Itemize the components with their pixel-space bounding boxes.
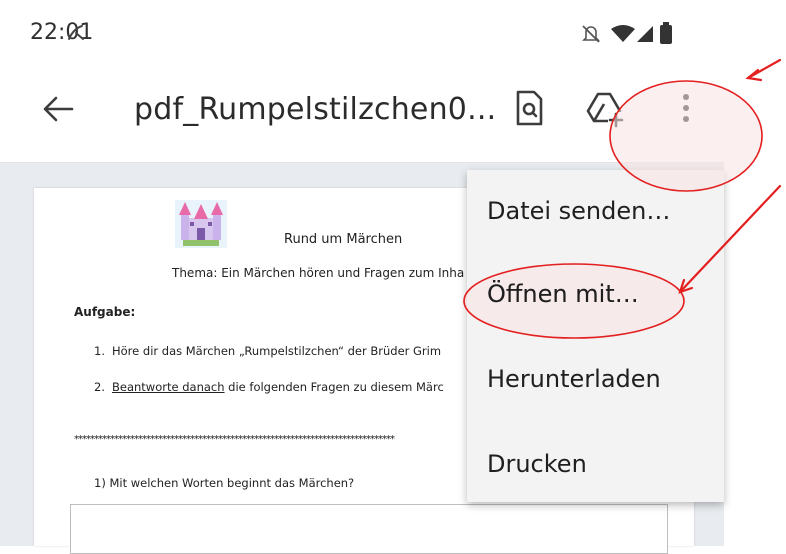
find-in-document-icon[interactable] xyxy=(505,84,553,132)
task-label: Aufgabe: xyxy=(74,305,136,319)
step-underlined-text: Beantworte danach xyxy=(112,380,225,394)
battery-icon xyxy=(660,22,672,44)
menu-item-send-file[interactable]: Datei senden… xyxy=(487,197,670,225)
more-options-icon[interactable] xyxy=(662,84,710,132)
overflow-menu: Datei senden… Öffnen mit… Herunterladen … xyxy=(467,170,724,502)
menu-item-open-with-label[interactable]: Öffnen mit… xyxy=(487,280,639,308)
annotation-arrow xyxy=(745,58,782,82)
question-text: 1) Mit welchen Worten beginnt das Märche… xyxy=(94,476,355,490)
add-to-drive-icon[interactable] xyxy=(580,84,628,132)
document-heading: Rund um Märchen xyxy=(284,232,403,247)
menu-item-download[interactable]: Herunterladen xyxy=(487,365,661,393)
step-text: Höre dir das Märchen „Rumpelstilzchen“ d… xyxy=(112,344,442,358)
step-text: die folgenden Fragen zu diesem Märc xyxy=(224,380,444,394)
app-bar: pdf_Rumpelstilzchen0... xyxy=(0,60,724,163)
notification-icon xyxy=(68,25,84,40)
back-arrow-icon[interactable] xyxy=(38,89,78,129)
document-theme: Thema: Ein Märchen hören und Fragen zum … xyxy=(172,266,465,280)
step-number: 1. xyxy=(94,344,105,358)
signal-icon xyxy=(637,26,653,42)
mute-icon xyxy=(582,25,600,43)
wifi-icon xyxy=(611,25,635,42)
menu-item-print[interactable]: Drucken xyxy=(487,450,587,478)
answer-box xyxy=(70,504,668,554)
step-number: 2. xyxy=(94,380,105,394)
file-title: pdf_Rumpelstilzchen0... xyxy=(134,92,497,127)
castle-illustration xyxy=(175,200,227,248)
status-bar: 22:01 xyxy=(0,0,724,60)
separator-line: ****************************************… xyxy=(74,434,395,445)
